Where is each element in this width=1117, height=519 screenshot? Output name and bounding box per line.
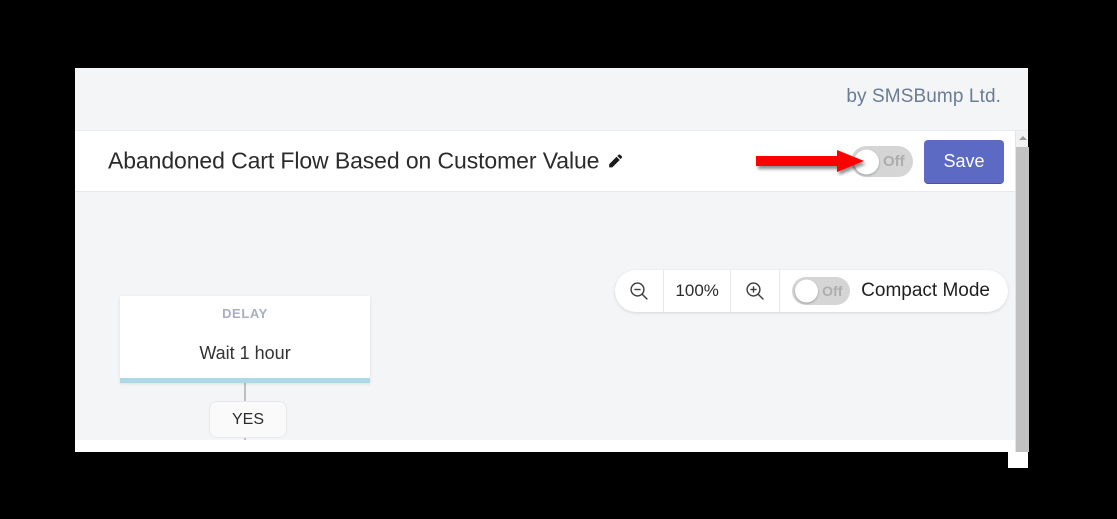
connector-line	[244, 383, 246, 401]
vertical-scrollbar[interactable]	[1015, 131, 1029, 452]
header-actions: Off Save	[851, 131, 1004, 192]
branch-label: YES	[231, 410, 264, 428]
compact-mode-control[interactable]: Off Compact Mode	[780, 277, 1004, 305]
flow-power-toggle[interactable]: Off	[851, 146, 913, 177]
scrollbar-tail	[1008, 452, 1028, 468]
pencil-icon[interactable]	[606, 154, 623, 171]
zoom-out-icon[interactable]	[615, 270, 663, 312]
toggle-state-label: Off	[883, 153, 905, 170]
compact-mode-label: Compact Mode	[861, 280, 990, 301]
toggle-knob	[854, 149, 879, 174]
node-body-text: Wait 1 hour	[199, 343, 291, 363]
attribution-bar: by SMSBump Ltd.	[75, 68, 1028, 131]
save-button[interactable]: Save	[924, 139, 1004, 184]
attribution-text: by SMSBump Ltd.	[846, 86, 1001, 107]
flow-title-text: Abandoned Cart Flow Based on Customer Va…	[108, 147, 600, 174]
flow-node-delay[interactable]: DELAY Wait 1 hour	[120, 296, 370, 383]
scrollbar-thumb[interactable]	[1016, 147, 1029, 452]
connector-line	[244, 438, 246, 440]
canvas-toolbar: 100% Off Compact Mode	[615, 270, 1008, 312]
compact-mode-toggle[interactable]: Off	[792, 277, 851, 305]
toggle-state-label: Off	[822, 283, 843, 299]
zoom-level-value: 100%	[675, 281, 719, 300]
chevron-up-icon[interactable]	[1016, 131, 1029, 145]
node-kind-label: DELAY	[222, 306, 268, 321]
toggle-knob	[795, 279, 819, 303]
app-window: by SMSBump Ltd. Abandoned Cart Flow Base…	[75, 68, 1029, 468]
flow-header: Abandoned Cart Flow Based on Customer Va…	[75, 131, 1015, 192]
page-title: Abandoned Cart Flow Based on Customer Va…	[108, 148, 623, 175]
flow-branch-yes[interactable]: YES	[209, 401, 287, 438]
flow-canvas[interactable]: 100% Off Compact Mode DELAY Wait 1 hour …	[75, 192, 1015, 440]
zoom-in-icon[interactable]	[731, 270, 779, 312]
